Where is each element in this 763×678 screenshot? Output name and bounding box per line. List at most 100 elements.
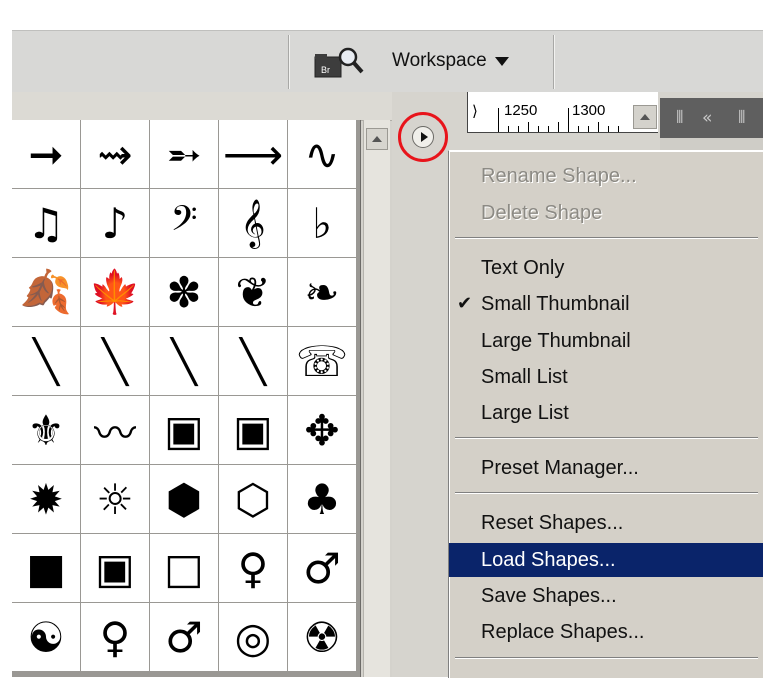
grip-icon: ⦀ — [676, 108, 684, 128]
menu-item-label: Save Shapes... — [481, 584, 617, 607]
shape-ornament-frame-1-icon[interactable]: ▣ — [150, 396, 218, 464]
shape-pencil-4-icon[interactable]: ╲ — [219, 327, 287, 395]
panel-menu-button-callout[interactable] — [398, 112, 448, 162]
vertical-scrollbar[interactable] — [363, 120, 390, 677]
file-browser-magnifier-icon: Br — [314, 47, 364, 78]
menu-item-label: Reset Shapes... — [481, 511, 624, 534]
menu-item-label: Text Only — [481, 256, 565, 279]
menu-item-reset-shapes[interactable]: Reset Shapes... — [449, 506, 763, 540]
shape-hexagon-filled-icon[interactable]: ⬢ — [150, 465, 218, 533]
menu-item-large-list[interactable]: Large List — [449, 396, 763, 430]
shape-yin-yang-icon[interactable]: ☯ — [12, 603, 80, 671]
shape-diamond-ornament-icon[interactable]: ✥ — [288, 396, 356, 464]
shape-square-outline-icon[interactable]: □ — [150, 534, 218, 602]
shape-arrow-feathered-icon[interactable]: ➵ — [150, 120, 218, 188]
menu-item-delete-shape[interactable]: Delete Shape — [449, 196, 763, 230]
shape-radioactive-icon[interactable]: ☢ — [288, 603, 356, 671]
ruler-tick — [498, 108, 499, 132]
shape-male-figure-icon[interactable]: ♂ — [288, 534, 356, 602]
shape-thumbnail-grid: ➞ ⇝ ➵ ⟶ ∿ ♫ ♪ 𝄢 𝄞 ♭ 🍂 🍁 ✽ ❦ ❧ ╲ ╲ ╲ ╲ ☏ ⚜ 〰 ▣ ▣ ✥ ✹ ☼ ⬢ ⬡ ♣ ■ ▣ □ ♀ ♂ ☯ ♀ ♂ ◎ ☢ — [12, 120, 361, 677]
menu-item-large-thumbnail[interactable]: Large Thumbnail — [449, 324, 763, 358]
shape-bass-clef-icon[interactable]: 𝄢 — [150, 189, 218, 257]
menu-item-label: Large Thumbnail — [481, 329, 631, 352]
menu-separator — [455, 237, 758, 239]
triangle-up-icon — [372, 136, 382, 142]
ruler-scroll-button[interactable] — [633, 105, 657, 129]
menu-item-label: Large List — [481, 401, 569, 424]
shape-square-filled-icon[interactable]: ■ — [12, 534, 80, 602]
ruler-label: 1250 — [504, 102, 538, 119]
triangle-right-icon — [420, 132, 428, 142]
shape-fleur-de-lis-icon[interactable]: ⚜ — [12, 396, 80, 464]
shape-floral-ornament-1-icon[interactable]: ❦ — [219, 258, 287, 326]
ruler-tick — [538, 126, 539, 132]
workspace-menu-button[interactable]: Workspace — [392, 48, 509, 74]
menu-item-label: Replace Shapes... — [481, 620, 645, 643]
scroll-up-button[interactable] — [366, 128, 388, 150]
title-area — [0, 0, 763, 30]
ruler-label: 1300 — [572, 102, 606, 119]
panel-flyout-arrow-icon[interactable] — [412, 126, 434, 148]
shape-arrow-squiggle-icon[interactable]: ∿ — [288, 120, 356, 188]
ruler-tick — [548, 126, 549, 132]
shape-leaf-1-icon[interactable]: 🍂 — [12, 258, 80, 326]
menu-item-save-shapes[interactable]: Save Shapes... — [449, 579, 763, 613]
shape-arrow-right-bold-icon[interactable]: ➞ — [12, 120, 80, 188]
menu-item-small-list[interactable]: Small List — [449, 360, 763, 394]
shape-pencil-2-icon[interactable]: ╲ — [81, 327, 149, 395]
ruler-edge-mark: ⟩ — [472, 103, 478, 120]
shape-ornament-frame-2-icon[interactable]: ▣ — [219, 396, 287, 464]
menu-item-text-only[interactable]: Text Only — [449, 251, 763, 285]
collapse-left-icon[interactable]: « — [702, 108, 712, 128]
shape-male-symbol-icon[interactable]: ♂ — [150, 603, 218, 671]
menu-item-replace-shapes[interactable]: Replace Shapes... — [449, 615, 763, 649]
file-browser-button[interactable]: Br — [312, 45, 368, 81]
shape-female-symbol-icon[interactable]: ♀ — [81, 603, 149, 671]
shape-square-frame-icon[interactable]: ▣ — [81, 534, 149, 602]
horizontal-ruler: ⟩ 1250 1300 — [467, 92, 658, 133]
grip-icon: ⦀ — [738, 108, 746, 128]
shape-flower-icon[interactable]: ✽ — [150, 258, 218, 326]
custom-shapes-panel: ➞ ⇝ ➵ ⟶ ∿ ♫ ♪ 𝄢 𝄞 ♭ 🍂 🍁 ✽ ❦ ❧ ╲ ╲ ╲ ╲ ☏ ⚜ 〰 ▣ ▣ ✥ ✹ ☼ ⬢ ⬡ ♣ ■ ▣ □ ♀ ♂ ☯ ♀ ♂ ◎ ☢ — [12, 92, 392, 677]
menu-separator — [455, 437, 758, 439]
menu-item-preset-manager[interactable]: Preset Manager... — [449, 451, 763, 485]
menu-item-rename-shape[interactable]: Rename Shape... — [449, 159, 763, 193]
shape-scroll-ornament-icon[interactable]: 〰 — [81, 396, 149, 464]
shape-target-icon[interactable]: ◎ — [219, 603, 287, 671]
options-bar: Br Workspace — [12, 30, 763, 94]
shape-arrow-wavy-icon[interactable]: ⇝ — [81, 120, 149, 188]
menu-separator — [455, 657, 758, 659]
shape-sun-outline-icon[interactable]: ☼ — [81, 465, 149, 533]
shape-sunburst-icon[interactable]: ✹ — [12, 465, 80, 533]
shape-pencil-3-icon[interactable]: ╲ — [150, 327, 218, 395]
shape-female-figure-icon[interactable]: ♀ — [219, 534, 287, 602]
menu-separator — [455, 492, 758, 494]
menu-item-label: Rename Shape... — [481, 164, 637, 187]
menu-item-load-shapes[interactable]: Load Shapes... — [449, 543, 763, 577]
triangle-up-icon — [640, 114, 650, 120]
checkmark-icon: ✔ — [457, 293, 473, 314]
shape-music-notes-beamed-icon[interactable]: ♫ — [12, 189, 80, 257]
menu-item-label: Load Shapes... — [481, 548, 616, 571]
menu-item-small-thumbnail[interactable]: ✔ Small Thumbnail — [449, 287, 763, 321]
ruler-tick — [518, 126, 519, 132]
shape-hexagon-outline-icon[interactable]: ⬡ — [219, 465, 287, 533]
shape-floral-ornament-2-icon[interactable]: ❧ — [288, 258, 356, 326]
shape-music-note-eighth-icon[interactable]: ♪ — [81, 189, 149, 257]
ruler-tick — [608, 126, 609, 132]
ruler-tick — [528, 122, 529, 132]
shape-pencil-1-icon[interactable]: ╲ — [12, 327, 80, 395]
shape-telephone-icon[interactable]: ☏ — [288, 327, 356, 395]
ruler-tick — [618, 126, 619, 132]
shape-club-icon[interactable]: ♣ — [288, 465, 356, 533]
shape-treble-clef-icon[interactable]: 𝄞 — [219, 189, 287, 257]
dock-panel-header: ⦀ « ⦀ — [660, 98, 763, 138]
menu-item-label: Preset Manager... — [481, 456, 639, 479]
shape-flat-sign-icon[interactable]: ♭ — [288, 189, 356, 257]
shape-leaf-maple-icon[interactable]: 🍁 — [81, 258, 149, 326]
shape-arrow-thin-icon[interactable]: ⟶ — [219, 120, 287, 188]
menu-item-label: Delete Shape — [481, 201, 603, 224]
workspace-label: Workspace — [392, 50, 487, 71]
ruler-tick — [598, 122, 599, 132]
toolbar-separator — [553, 35, 555, 89]
